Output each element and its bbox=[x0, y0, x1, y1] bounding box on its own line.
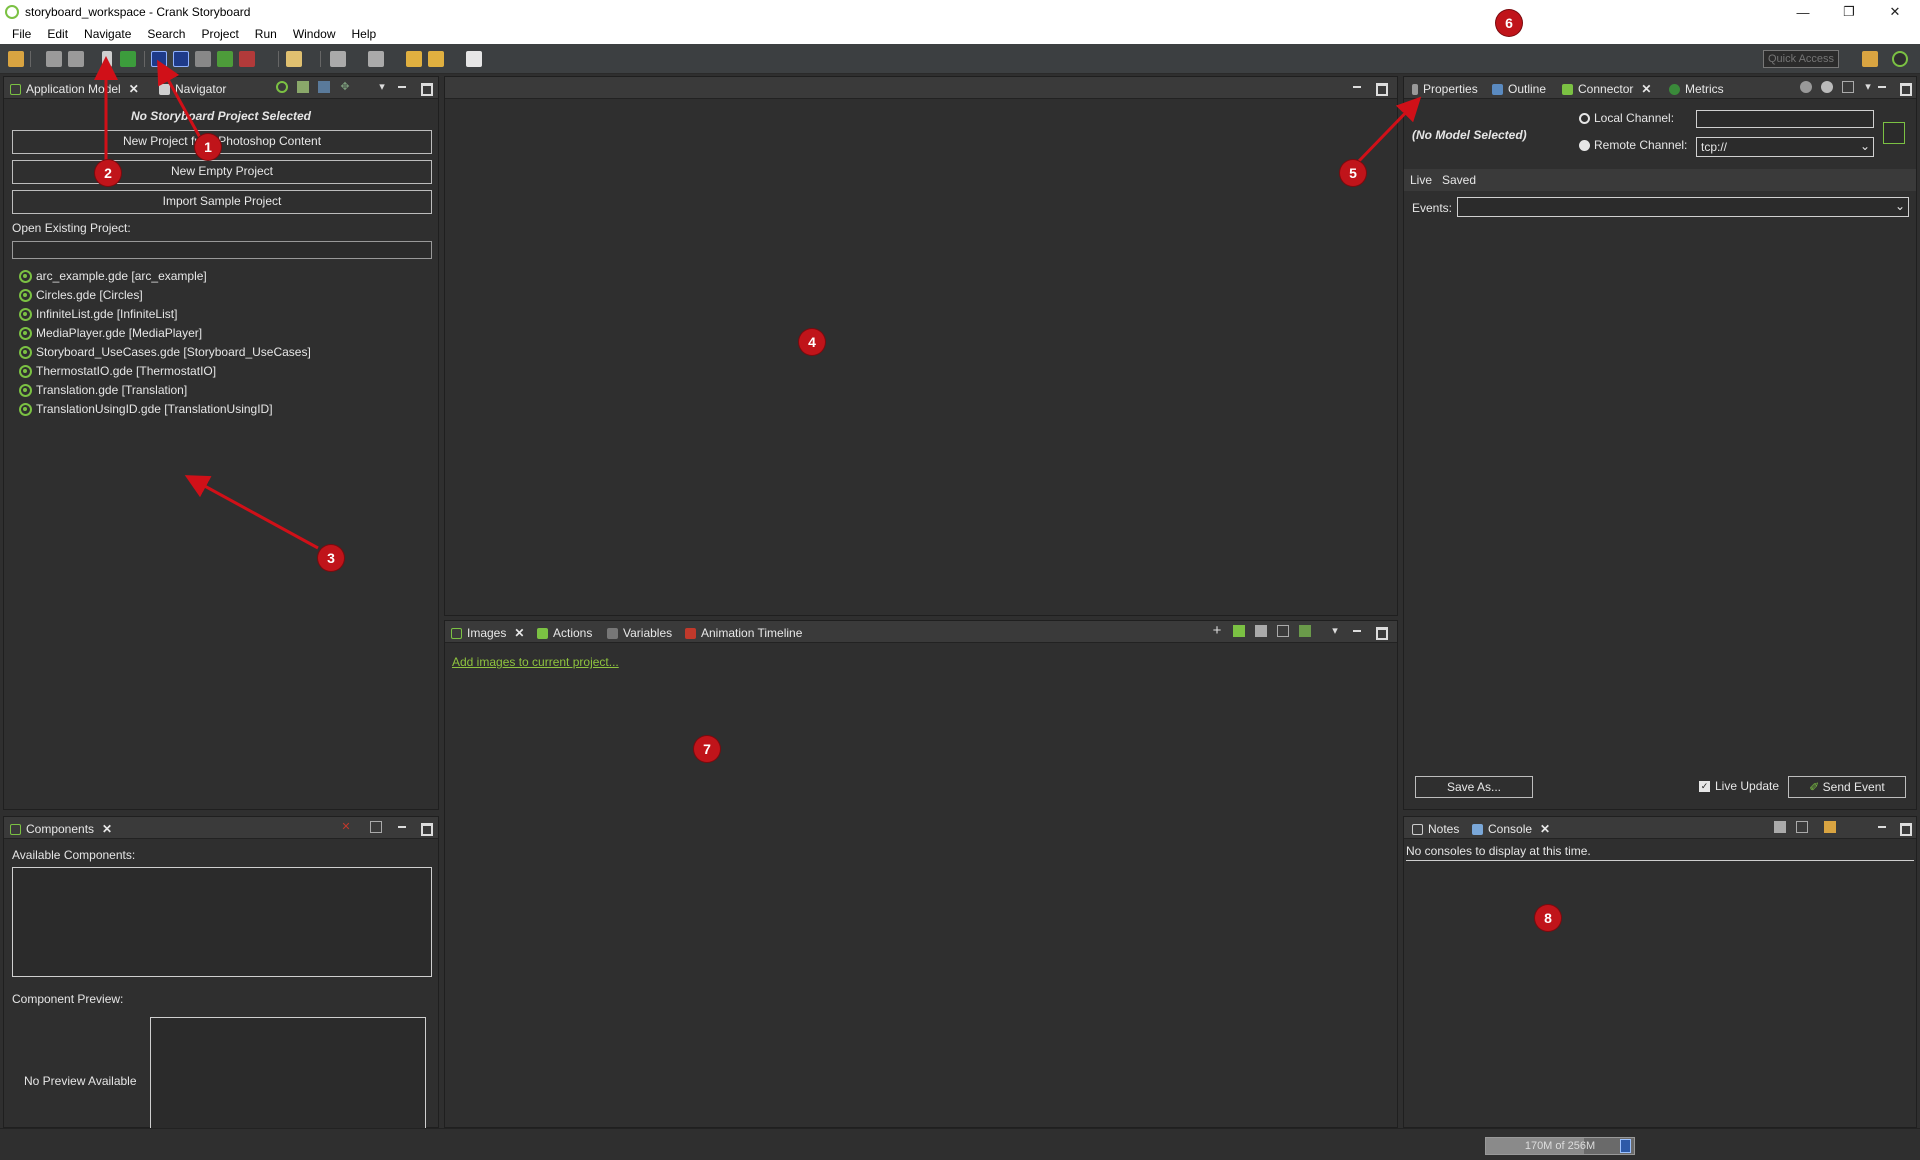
callout-6: 6 bbox=[1496, 10, 1522, 36]
arrow-3 bbox=[184, 475, 319, 550]
callout-4: 4 bbox=[799, 329, 825, 355]
arrow-1 bbox=[157, 59, 205, 144]
annotation-arrows bbox=[94, 56, 1422, 550]
arrow-5 bbox=[1356, 96, 1422, 164]
callout-1: 1 bbox=[195, 134, 221, 160]
callout-2: 2 bbox=[95, 160, 121, 186]
callout-7: 7 bbox=[694, 736, 720, 762]
callout-3: 3 bbox=[318, 545, 344, 571]
callout-5: 5 bbox=[1340, 160, 1366, 186]
callout-8: 8 bbox=[1535, 905, 1561, 931]
